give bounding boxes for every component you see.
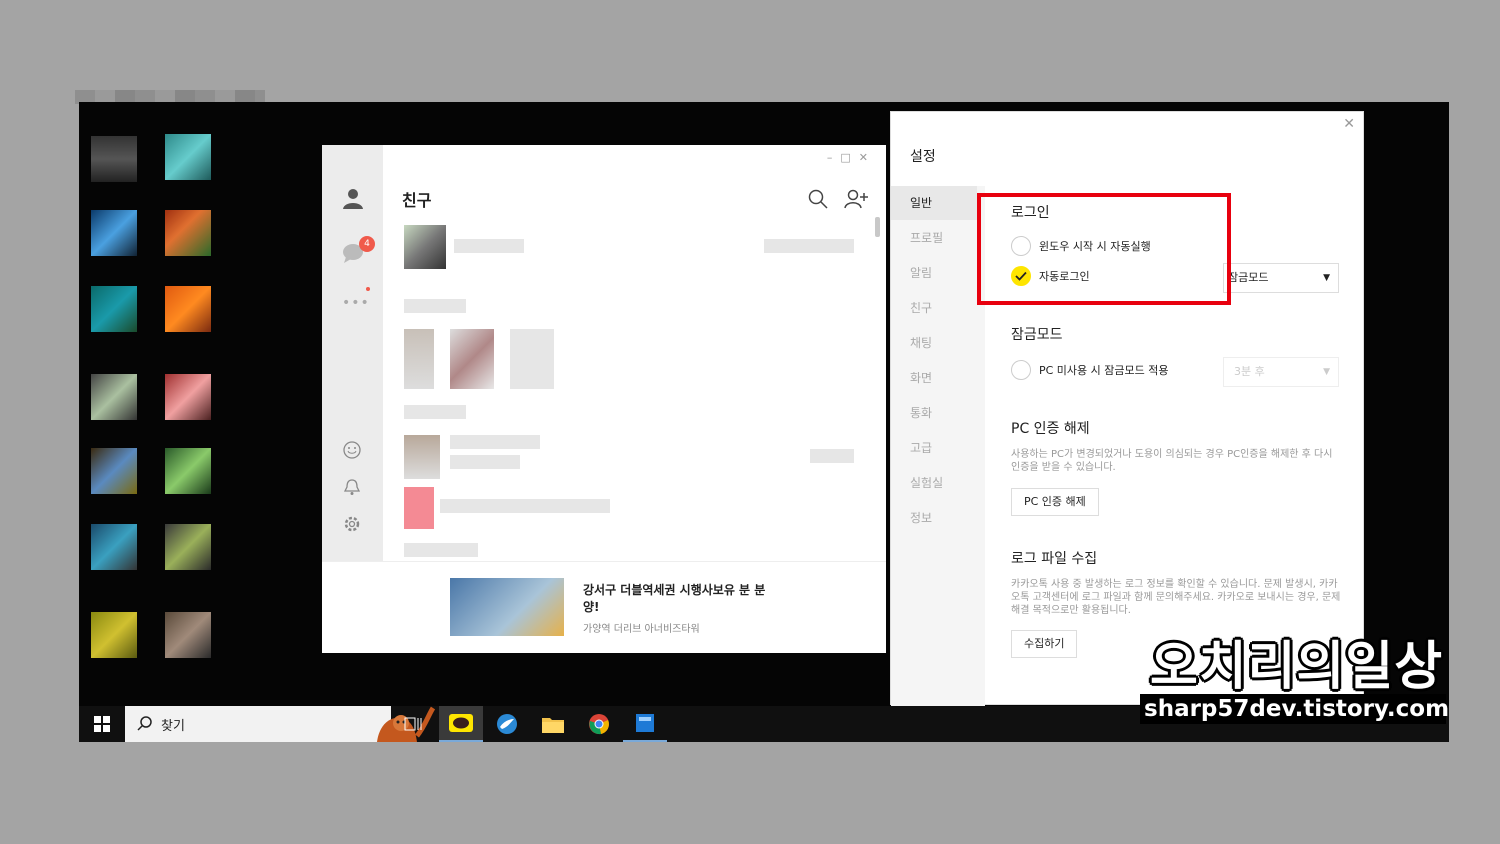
list-item[interactable] xyxy=(404,435,440,479)
bell-icon[interactable] xyxy=(343,478,361,496)
list-item[interactable] xyxy=(450,329,494,389)
pc-auth-description: 사용하는 PC가 변경되었거나 도용이 의심되는 경우 PC인증을 해제한 후 … xyxy=(1011,449,1333,473)
new-dot xyxy=(366,287,370,291)
search-icon[interactable] xyxy=(808,189,828,209)
settings-title: 설정 xyxy=(910,149,936,165)
chevron-down-icon: ▼ xyxy=(1323,273,1330,283)
nav-item-profile[interactable]: 프로필 xyxy=(891,221,977,255)
list-item xyxy=(404,299,466,313)
search-label: 찾기 xyxy=(161,719,185,734)
bird-app-icon xyxy=(497,714,517,734)
taskbar-search-box[interactable]: 찾기 xyxy=(125,706,436,742)
ad-banner[interactable]: 강서구 더블역세권 시행사보유 분 분양! 가양역 더리브 아너비즈타워 xyxy=(322,561,886,653)
friends-title: 친구 xyxy=(402,191,432,210)
desktop-icon[interactable] xyxy=(165,134,211,180)
list-item[interactable] xyxy=(404,487,434,529)
ad-title: 강서구 더블역세권 시행사보유 분 분양! xyxy=(583,583,766,614)
lock-option-label: PC 미사용 시 잠금모드 적용 xyxy=(1039,364,1169,377)
watermark: 오치리의일상 sharp57dev.tistory.com xyxy=(1140,624,1449,728)
desktop-icon[interactable] xyxy=(165,448,211,494)
pc-auth-section-title: PC 인증 해제 xyxy=(1011,421,1090,437)
folder-icon xyxy=(542,718,564,733)
gear-icon[interactable] xyxy=(343,515,361,533)
file-explorer-taskbar-button[interactable] xyxy=(531,706,575,742)
search-icon xyxy=(137,716,152,731)
nav-item-friends[interactable]: 친구 xyxy=(891,291,977,325)
nav-item-display[interactable]: 화면 xyxy=(891,361,977,395)
pc-auth-release-button[interactable]: PC 인증 해제 xyxy=(1011,488,1099,516)
friends-list-blurred xyxy=(394,217,874,561)
chrome-icon xyxy=(589,714,609,735)
desktop-icon[interactable] xyxy=(91,286,137,332)
list-scrollbar[interactable] xyxy=(875,217,880,237)
windows-icon xyxy=(94,716,110,732)
lock-checkbox[interactable] xyxy=(1011,360,1031,380)
desktop-icon[interactable] xyxy=(165,286,211,332)
log-description: 카카오톡 사용 중 발생하는 로그 정보를 확인할 수 있습니다. 문제 발생시… xyxy=(1011,579,1341,616)
app-taskbar-button[interactable] xyxy=(623,706,667,742)
desktop-icon[interactable] xyxy=(91,210,137,256)
task-view-icon xyxy=(404,717,422,731)
chrome-taskbar-button[interactable] xyxy=(577,706,621,742)
watermark-title: 오치리의일상 xyxy=(1150,637,1444,697)
kakaotalk-sidebar: 4 ••• xyxy=(322,145,383,561)
nav-item-chat[interactable]: 채팅 xyxy=(891,326,977,360)
lock-section-title: 잠금모드 xyxy=(1011,327,1063,343)
list-item xyxy=(450,455,520,469)
list-item xyxy=(810,449,854,463)
lock-time-dropdown[interactable]: 3분 후 ▼ xyxy=(1223,357,1339,387)
list-item xyxy=(450,435,540,449)
desktop-icon[interactable] xyxy=(91,524,137,570)
desktop-icon[interactable] xyxy=(165,612,211,658)
ad-thumbnail xyxy=(450,578,564,636)
settings-nav: 일반 프로필 알림 친구 채팅 화면 통화 고급 실험실 정보 xyxy=(891,186,985,706)
more-dots-icon[interactable]: ••• xyxy=(342,295,370,311)
list-item[interactable] xyxy=(404,329,434,389)
friends-person-icon[interactable] xyxy=(342,187,364,209)
desktop-icon[interactable] xyxy=(165,210,211,256)
kakaotalk-window: 4 ••• –□✕ 친구 강서구 더블역세권 시행사보유 분 분양! 가양역 더… xyxy=(322,145,886,653)
lock-mode-dropdown[interactable]: 잠금모드 ▼ xyxy=(1223,263,1339,293)
desktop-icon[interactable] xyxy=(91,374,137,420)
log-section-title: 로그 파일 수집 xyxy=(1011,551,1098,567)
close-icon[interactable]: ✕ xyxy=(1343,116,1355,132)
highlight-box xyxy=(977,193,1231,305)
window-controls[interactable]: –□✕ xyxy=(827,151,876,164)
desktop-icon[interactable] xyxy=(91,136,137,182)
list-item[interactable] xyxy=(510,329,554,389)
emoticon-icon[interactable] xyxy=(343,441,361,459)
nav-item-general[interactable]: 일반 xyxy=(891,186,977,220)
start-button[interactable] xyxy=(79,706,125,742)
blue-app-icon xyxy=(636,714,654,732)
watermark-url: sharp57dev.tistory.com xyxy=(1140,694,1449,724)
unread-badge: 4 xyxy=(359,236,375,252)
kakaotalk-icon xyxy=(449,714,473,732)
desktop-icon[interactable] xyxy=(91,448,137,494)
nav-item-notifications[interactable]: 알림 xyxy=(891,256,977,290)
desktop-icon[interactable] xyxy=(165,374,211,420)
kakaotalk-taskbar-button[interactable] xyxy=(439,706,483,742)
task-view-button[interactable] xyxy=(391,706,435,742)
add-friend-icon[interactable] xyxy=(844,189,868,209)
lock-option[interactable]: PC 미사용 시 잠금모드 적용 xyxy=(1011,360,1169,380)
list-item xyxy=(440,499,610,513)
swift-app-taskbar-button[interactable] xyxy=(485,706,529,742)
nav-item-advanced[interactable]: 고급 xyxy=(891,431,977,465)
list-item xyxy=(404,405,466,419)
list-item xyxy=(404,543,478,557)
list-item[interactable] xyxy=(404,225,446,269)
nav-item-lab[interactable]: 실험실 xyxy=(891,466,977,500)
nav-item-call[interactable]: 통화 xyxy=(891,396,977,430)
desktop-icon[interactable] xyxy=(91,612,137,658)
list-item xyxy=(764,239,854,253)
collect-logs-button[interactable]: 수집하기 xyxy=(1011,630,1078,658)
nav-item-info[interactable]: 정보 xyxy=(891,501,977,535)
ad-subtitle: 가양역 더리브 아너비즈타워 xyxy=(583,624,700,635)
chevron-down-icon: ▼ xyxy=(1323,367,1330,377)
dropdown-value: 잠금모드 xyxy=(1228,271,1269,284)
desktop-icon[interactable] xyxy=(165,524,211,570)
dropdown-value: 3분 후 xyxy=(1234,365,1265,378)
list-item xyxy=(454,239,524,253)
